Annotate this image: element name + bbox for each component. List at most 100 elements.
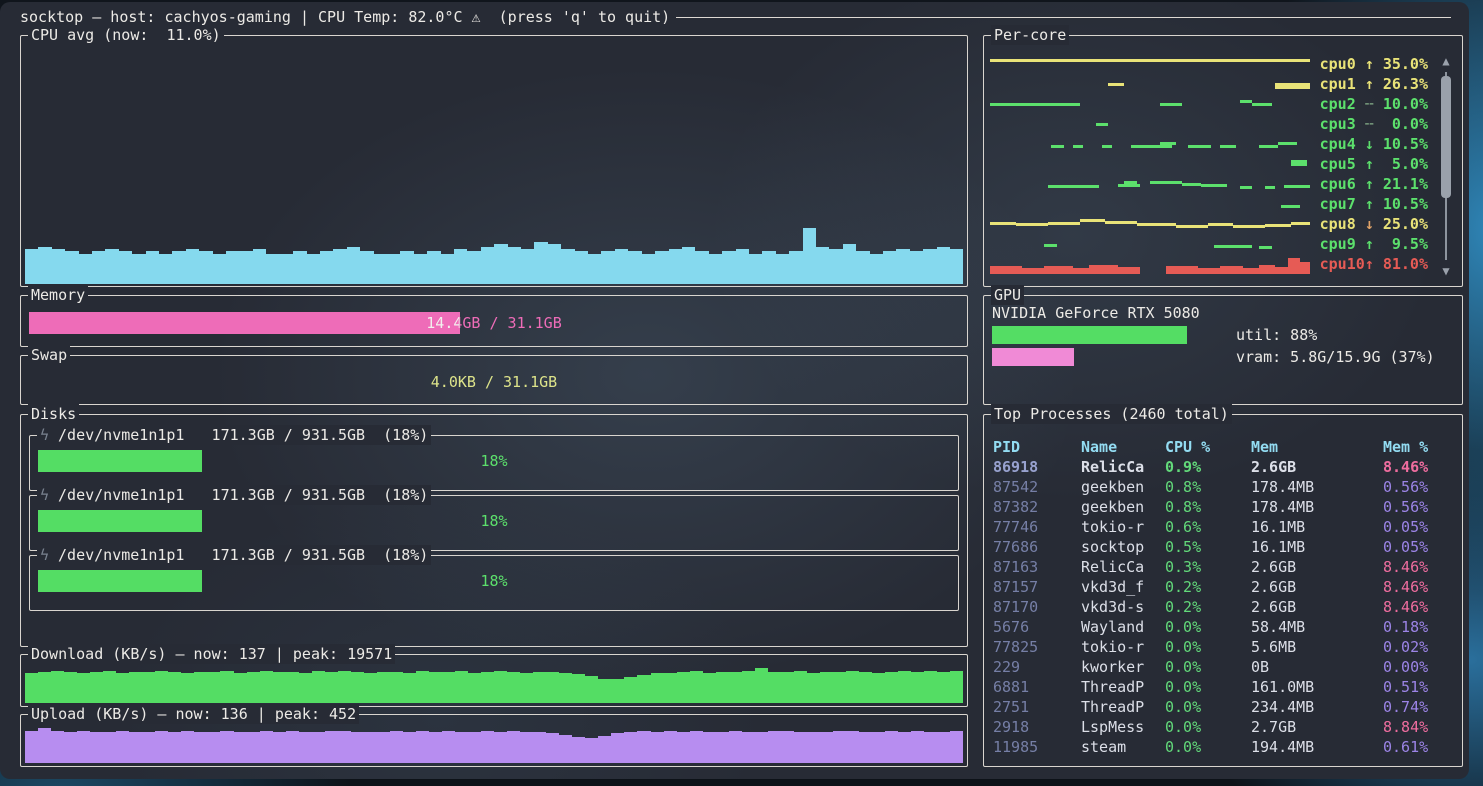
bar bbox=[742, 732, 755, 763]
bar bbox=[312, 671, 325, 703]
core-name: cpu3 bbox=[1320, 115, 1365, 133]
bar bbox=[64, 672, 77, 703]
bar bbox=[213, 254, 226, 284]
panel-upload: Upload (KB/s) — now: 136 | peak: 452 bbox=[20, 714, 968, 767]
bar bbox=[172, 251, 185, 284]
bar bbox=[286, 731, 299, 763]
bar bbox=[25, 249, 38, 284]
bar bbox=[240, 251, 253, 284]
disk-title-text: /dev/nvme1n1p1 171.3GB / 931.5GB (18%) bbox=[58, 425, 428, 445]
process-mem: 58.4MB bbox=[1251, 617, 1383, 637]
spark-segment bbox=[1300, 262, 1310, 274]
spark-segment bbox=[1118, 184, 1140, 187]
core-trend-icon: ↑ bbox=[1365, 195, 1374, 213]
terminal-window: socktop — host: cachyos-gaming | CPU Tem… bbox=[0, 2, 1469, 779]
bar bbox=[816, 247, 829, 284]
process-name: kworker bbox=[1081, 657, 1165, 677]
disk-panel-title: ϟ/dev/nvme1n1p1 171.3GB / 931.5GB (18%) bbox=[37, 485, 431, 505]
bar bbox=[722, 251, 735, 284]
bar bbox=[442, 731, 455, 763]
bar bbox=[729, 731, 742, 763]
process-row: 86918RelicCa0.9%2.6GB8.46% bbox=[993, 457, 1453, 477]
process-row: 2918LspMess0.0%2.7GB8.84% bbox=[993, 717, 1453, 737]
bar bbox=[781, 731, 794, 763]
bar bbox=[129, 672, 142, 703]
bar bbox=[803, 228, 816, 284]
bar bbox=[454, 249, 467, 284]
core-sparkline bbox=[990, 94, 1310, 114]
gpu-util-row: util: 88% bbox=[992, 325, 1454, 345]
process-row: 87542geekben0.8%178.4MB0.56% bbox=[993, 477, 1453, 497]
bar bbox=[695, 251, 708, 284]
process-mem-pct: 0.74% bbox=[1383, 697, 1453, 717]
bar bbox=[611, 733, 624, 763]
bar bbox=[155, 671, 168, 703]
disk-panel-title: ϟ/dev/nvme1n1p1 171.3GB / 931.5GB (18%) bbox=[37, 425, 431, 445]
scrollbar-up-icon[interactable]: ▲ bbox=[1438, 54, 1454, 68]
core-name: cpu1 bbox=[1320, 75, 1365, 93]
process-mem-pct: 8.46% bbox=[1383, 597, 1453, 617]
bar bbox=[119, 251, 132, 284]
spark-segment bbox=[1291, 222, 1310, 225]
bar bbox=[690, 671, 703, 703]
bar bbox=[736, 249, 749, 284]
gauge-label: 4.0KB / 31.1GB bbox=[29, 371, 959, 393]
core-name: cpu2 bbox=[1320, 95, 1365, 113]
process-row: 77825tokio-r0.0%5.6MB0.02% bbox=[993, 637, 1453, 657]
core-sparkline bbox=[990, 154, 1310, 174]
bar bbox=[507, 731, 520, 763]
process-mem: 2.6GB bbox=[1251, 597, 1383, 617]
bar bbox=[950, 249, 963, 284]
core-label: cpu2 ╌ 10.0% bbox=[1316, 94, 1428, 114]
process-cpu: 0.0% bbox=[1165, 737, 1251, 757]
scrollbar-down-icon[interactable]: ▼ bbox=[1438, 264, 1454, 278]
gpu-util-label: util: 88% bbox=[1236, 325, 1317, 345]
spark-segment bbox=[1233, 225, 1265, 228]
bar bbox=[755, 668, 768, 703]
spark-segment bbox=[1048, 185, 1099, 188]
bar bbox=[168, 732, 181, 763]
panel-disks: Disks ϟ/dev/nvme1n1p1 171.3GB / 931.5GB … bbox=[20, 414, 968, 647]
bar bbox=[755, 732, 768, 763]
scrollbar-thumb[interactable] bbox=[1441, 76, 1451, 198]
bar bbox=[669, 249, 682, 284]
process-row: 11985steam0.0%194.4MB0.61% bbox=[993, 737, 1453, 757]
cpu-avg-chart bbox=[25, 50, 963, 284]
bar bbox=[546, 672, 559, 703]
bar bbox=[280, 254, 293, 284]
process-mem: 0B bbox=[1251, 657, 1383, 677]
bar bbox=[403, 673, 416, 703]
bar bbox=[103, 671, 116, 703]
bar bbox=[950, 731, 963, 763]
core-value: 9.5% bbox=[1374, 235, 1428, 253]
core-value: 26.3% bbox=[1374, 75, 1428, 93]
core-sparkline bbox=[990, 74, 1310, 94]
bar bbox=[427, 251, 440, 284]
per-core-scrollbar[interactable]: ▲ ▼ bbox=[1438, 54, 1454, 278]
core-row: cpu3 ╌ 0.0% bbox=[990, 114, 1428, 134]
bar bbox=[572, 737, 585, 763]
bar bbox=[664, 673, 677, 703]
process-name: RelicCa bbox=[1081, 557, 1165, 577]
process-pid: 87170 bbox=[993, 597, 1081, 617]
process-table-body: 86918RelicCa0.9%2.6GB8.46%87542geekben0.… bbox=[993, 457, 1453, 757]
core-sparkline bbox=[990, 234, 1310, 254]
bar bbox=[455, 732, 468, 763]
bar bbox=[442, 672, 455, 703]
bar bbox=[624, 677, 637, 703]
bar bbox=[859, 732, 872, 763]
header-cpu: CPU % bbox=[1165, 437, 1251, 457]
process-mem: 5.6MB bbox=[1251, 637, 1383, 657]
core-row: cpu8 ↓ 25.0% bbox=[990, 214, 1428, 234]
processes-title: Top Processes (2460 total) bbox=[991, 404, 1232, 424]
bar bbox=[400, 251, 413, 284]
spark-segment bbox=[1022, 268, 1044, 274]
bar bbox=[742, 671, 755, 703]
disk-gauge-label: 18% bbox=[38, 510, 950, 532]
disk-gauge-label: 18% bbox=[38, 450, 950, 472]
process-row: 6881ThreadP0.0%161.0MB0.51% bbox=[993, 677, 1453, 697]
core-label: cpu6 ↑ 21.1% bbox=[1316, 174, 1428, 194]
core-row: cpu5 ↑ 5.0% bbox=[990, 154, 1428, 174]
core-trend-icon: ↑ bbox=[1365, 55, 1374, 73]
disk-title-text: /dev/nvme1n1p1 171.3GB / 931.5GB (18%) bbox=[58, 485, 428, 505]
